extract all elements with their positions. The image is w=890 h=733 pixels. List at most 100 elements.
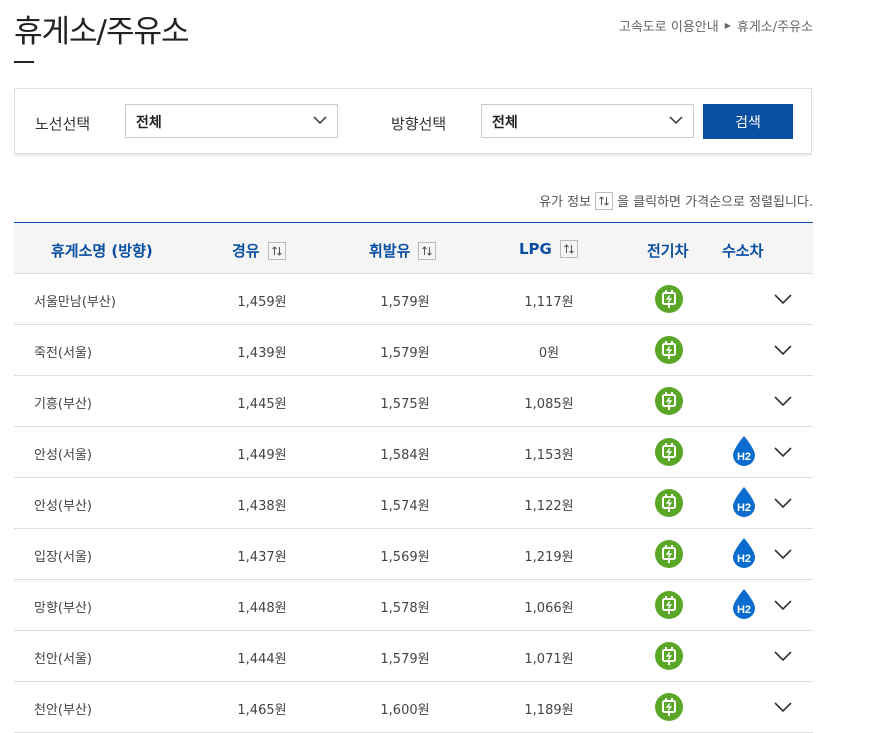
ev-charger-icon <box>655 387 683 415</box>
ev-charger-icon <box>655 336 683 364</box>
lpg-price: 1,122원 <box>524 499 574 514</box>
diesel-price: 1,465원 <box>237 703 287 718</box>
lpg-price: 1,153원 <box>524 448 574 463</box>
direction-select-value: 전체 <box>492 115 518 131</box>
chevron-down-icon <box>313 116 327 125</box>
table-row[interactable]: 죽전(서울) 1,439원 1,579원 0원 <box>14 325 813 376</box>
lpg-price: 1,117원 <box>524 295 574 310</box>
diesel-price: 1,448원 <box>237 601 287 616</box>
hydrogen-icon-text: H2 <box>737 604 751 616</box>
hydrogen-icon: H2 <box>731 486 757 518</box>
hydrogen-icon: H2 <box>731 588 757 620</box>
hydrogen-icon: H2 <box>731 435 757 467</box>
rest-area-name[interactable]: 안성(부산) <box>34 495 92 514</box>
table-row[interactable]: 안성(부산) 1,438원 1,574원 1,122원 H2 <box>14 478 813 529</box>
lpg-price: 1,066원 <box>524 601 574 616</box>
ev-charger-icon <box>655 642 683 670</box>
diesel-price: 1,459원 <box>237 295 287 310</box>
header-diesel[interactable]: 경유 <box>232 240 286 261</box>
ev-charger-icon <box>655 438 683 466</box>
table-row[interactable]: 서울만남(부산) 1,459원 1,579원 1,117원 <box>14 274 813 325</box>
lpg-price: 1,071원 <box>524 652 574 667</box>
rest-area-name[interactable]: 천안(서울) <box>34 648 92 667</box>
route-select[interactable]: 전체 <box>125 104 338 138</box>
lpg-price: 1,085원 <box>524 397 574 412</box>
chevron-down-icon[interactable] <box>774 494 792 512</box>
rest-area-name[interactable]: 입장(서울) <box>34 546 92 565</box>
header-ev: 전기차 <box>647 242 689 260</box>
gasoline-price: 1,584원 <box>380 448 430 463</box>
direction-label: 방향선택 <box>391 115 447 133</box>
header-gasoline[interactable]: 휘발유 <box>369 240 437 261</box>
table-row[interactable]: 기흥(부산) 1,445원 1,575원 1,085원 <box>14 376 813 427</box>
chevron-down-icon[interactable] <box>774 443 792 461</box>
ev-charger-icon <box>655 591 683 619</box>
chevron-down-icon <box>669 116 683 125</box>
title-underline <box>14 61 34 63</box>
gasoline-price: 1,579원 <box>380 652 430 667</box>
table-row[interactable]: 입장(서울) 1,437원 1,569원 1,219원 H2 <box>14 529 813 580</box>
rest-area-table: 휴게소명 (방향) 경유 휘발유 LPG 전기차 수소차 서울만남(부산) 1,4… <box>14 222 813 733</box>
lpg-price: 0원 <box>538 346 560 361</box>
lpg-price: 1,219원 <box>524 550 574 565</box>
gasoline-price: 1,569원 <box>380 550 430 565</box>
rest-area-name[interactable]: 천안(부산) <box>34 699 92 718</box>
sort-hint: 유가 정보 을 클릭하면 가격순으로 정렬됩니다. <box>539 191 813 210</box>
direction-select[interactable]: 전체 <box>481 104 694 138</box>
breadcrumb: 고속도로 이용안내 ▶ 휴게소/주유소 <box>619 16 813 35</box>
rest-area-name[interactable]: 서울만남(부산) <box>34 291 116 310</box>
route-select-value: 전체 <box>136 115 162 131</box>
hydrogen-icon: H2 <box>731 537 757 569</box>
chevron-down-icon[interactable] <box>774 392 792 410</box>
diesel-price: 1,449원 <box>237 448 287 463</box>
gasoline-price: 1,575원 <box>380 397 430 412</box>
page-title: 휴게소/주유소 <box>14 14 190 50</box>
diesel-price: 1,438원 <box>237 499 287 514</box>
diesel-price: 1,437원 <box>237 550 287 565</box>
rest-area-name[interactable]: 죽전(서울) <box>34 342 92 361</box>
diesel-price: 1,444원 <box>237 652 287 667</box>
ev-charger-icon <box>655 489 683 517</box>
sort-icon[interactable] <box>267 241 286 260</box>
search-panel: 노선선택 전체 방향선택 전체 검색 <box>14 88 812 154</box>
chevron-down-icon[interactable] <box>774 698 792 716</box>
header-hydrogen: 수소차 <box>722 242 764 260</box>
gasoline-price: 1,574원 <box>380 499 430 514</box>
lpg-price: 1,189원 <box>524 703 574 718</box>
ev-charger-icon <box>655 285 683 313</box>
hydrogen-icon-text: H2 <box>737 553 751 565</box>
chevron-down-icon[interactable] <box>774 545 792 563</box>
breadcrumb-item-guide[interactable]: 고속도로 이용안내 <box>619 16 719 35</box>
diesel-price: 1,439원 <box>237 346 287 361</box>
table-row[interactable]: 망향(부산) 1,448원 1,578원 1,066원 H2 <box>14 580 813 631</box>
sort-hint-after: 을 클릭하면 가격순으로 정렬됩니다. <box>617 195 813 210</box>
header-lpg[interactable]: LPG <box>519 240 578 258</box>
chevron-down-icon[interactable] <box>774 647 792 665</box>
breadcrumb-item-current[interactable]: 휴게소/주유소 <box>737 16 813 35</box>
sort-icon[interactable] <box>418 241 437 260</box>
chevron-down-icon[interactable] <box>774 596 792 614</box>
gasoline-price: 1,578원 <box>380 601 430 616</box>
sort-icon[interactable] <box>559 240 578 258</box>
sort-icon <box>595 191 614 210</box>
ev-charger-icon <box>655 540 683 568</box>
table-row[interactable]: 안성(서울) 1,449원 1,584원 1,153원 H2 <box>14 427 813 478</box>
rest-area-name[interactable]: 기흥(부산) <box>34 393 92 412</box>
rest-area-name[interactable]: 망향(부산) <box>34 597 92 616</box>
gasoline-price: 1,600원 <box>380 703 430 718</box>
chevron-down-icon[interactable] <box>774 341 792 359</box>
diesel-price: 1,445원 <box>237 397 287 412</box>
table-body: 서울만남(부산) 1,459원 1,579원 1,117원죽전(서울) 1,439원 1,… <box>14 274 813 733</box>
search-button[interactable]: 검색 <box>703 104 793 139</box>
table-row[interactable]: 천안(서울) 1,444원 1,579원 1,071원 <box>14 631 813 682</box>
table-header: 휴게소명 (방향) 경유 휘발유 LPG 전기차 수소차 <box>14 223 813 274</box>
rest-area-name[interactable]: 안성(서울) <box>34 444 92 463</box>
chevron-down-icon[interactable] <box>774 290 792 308</box>
gasoline-price: 1,579원 <box>380 346 430 361</box>
table-row[interactable]: 천안(부산) 1,465원 1,600원 1,189원 <box>14 682 813 733</box>
header-name: 휴게소명 (방향) <box>51 242 153 260</box>
gasoline-price: 1,579원 <box>380 295 430 310</box>
hydrogen-icon-text: H2 <box>737 451 751 463</box>
sort-hint-before: 유가 정보 <box>539 195 592 210</box>
route-label: 노선선택 <box>35 115 91 133</box>
